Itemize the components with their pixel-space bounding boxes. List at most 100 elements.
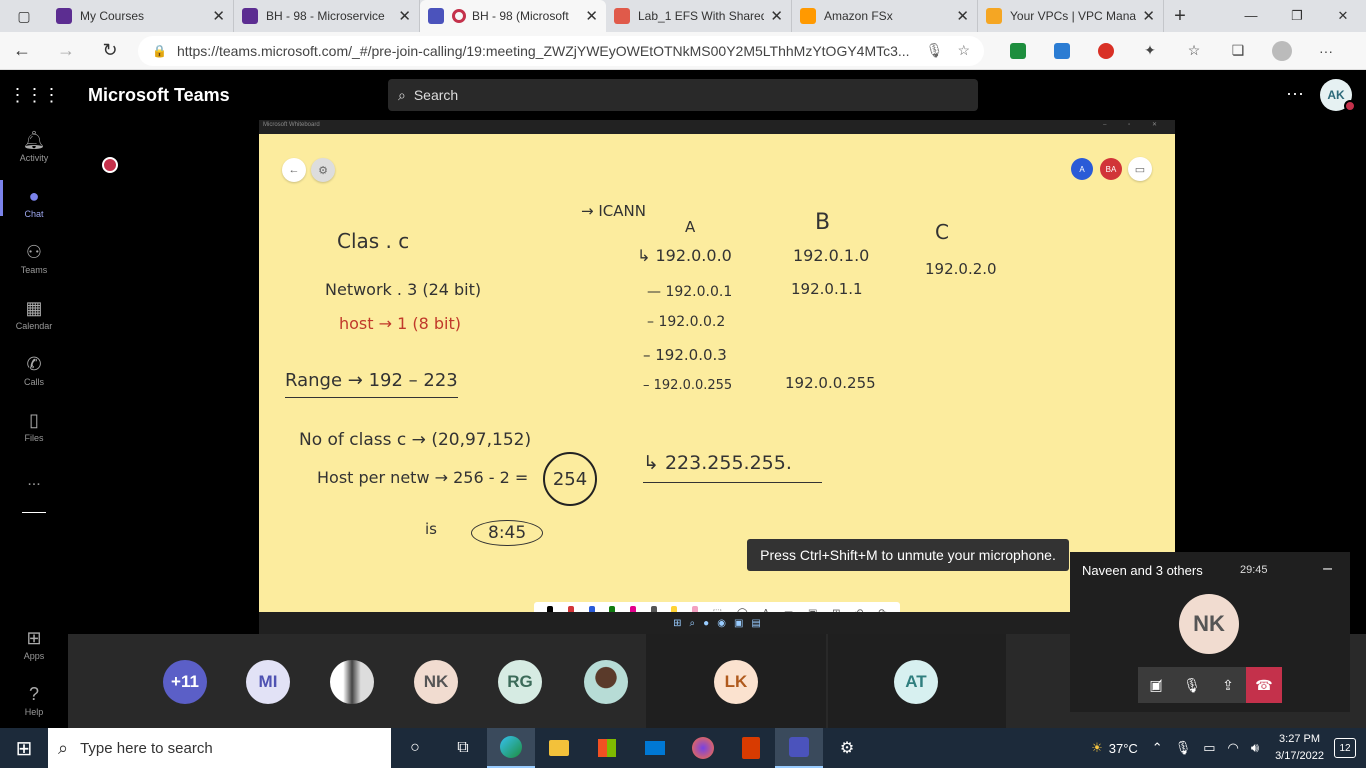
collections-icon[interactable]: ❏ <box>1216 42 1260 59</box>
search-input[interactable]: ⌕ Search <box>388 79 978 111</box>
notifications-icon[interactable]: 12 <box>1334 738 1356 758</box>
shared-app-icon: ◉ <box>717 617 726 629</box>
system-tray: ☀ 37°C ⌃ 🎙︎ ▭ ◠ 🔊︎ 3:27 PM 3/17/2022 12 <box>1085 731 1366 765</box>
weather-icon[interactable]: ☀ <box>1091 740 1103 756</box>
new-tab-icon[interactable]: + <box>1164 5 1196 28</box>
teams-taskbar-icon[interactable] <box>775 728 823 768</box>
minimize-call-icon[interactable]: – <box>1323 560 1332 578</box>
user-avatar[interactable]: AK <box>1320 79 1356 112</box>
extension-icon[interactable] <box>996 42 1040 59</box>
ink-range: Range → 192 – 223 <box>285 370 458 398</box>
clock[interactable]: 3:27 PM 3/17/2022 <box>1275 731 1324 765</box>
chevron-up-icon[interactable]: ⌃ <box>1152 740 1163 756</box>
store-icon[interactable] <box>583 728 631 768</box>
participant-avatar[interactable]: MI <box>246 660 290 704</box>
close-tab-icon[interactable]: ✕ <box>956 7 969 25</box>
cortana-icon[interactable]: ○ <box>391 728 439 768</box>
forward-icon[interactable]: → <box>44 40 88 61</box>
office-icon[interactable] <box>727 728 775 768</box>
whiteboard-canvas[interactable]: ← ⚙ A BA ▭ Clas . c Network . 3 (24 bit)… <box>259 134 1175 612</box>
rail-help[interactable]: ? Help <box>0 684 68 717</box>
url-field[interactable]: 🔒 https://teams.microsoft.com/_#/pre-joi… <box>138 35 984 66</box>
app-title: Microsoft Teams <box>88 85 230 105</box>
mini-call-window[interactable]: Naveen and 3 others 29:45 – NK ▣̸ 🎙︎ ⇪ ☎ <box>1070 552 1350 712</box>
extensions-puzzle-icon[interactable]: ✦ <box>1128 42 1172 59</box>
temperature[interactable]: 37°C <box>1109 741 1138 756</box>
edge-icon[interactable] <box>487 728 535 768</box>
restore-icon[interactable]: ❐ <box>1274 8 1320 24</box>
whiteboard-settings-icon[interactable]: ⚙ <box>311 158 335 182</box>
address-bar-row: ← → ↻ 🔒 https://teams.microsoft.com/_#/p… <box>0 32 1366 70</box>
microphone-icon[interactable]: 🎙 <box>926 42 944 59</box>
minimize-icon[interactable]: — <box>1228 8 1274 24</box>
rail-chat[interactable]: ● Chat <box>0 186 68 219</box>
settings-gear-icon[interactable]: ⚙ <box>823 728 871 768</box>
favorite-star-icon[interactable]: ☆ <box>957 42 970 59</box>
clock-time: 3:27 PM <box>1279 733 1321 745</box>
camera-off-icon[interactable]: ▣̸ <box>1138 667 1174 703</box>
ink-network: Network . 3 (24 bit) <box>325 280 482 299</box>
participant-photo-avatar[interactable] <box>584 660 628 704</box>
rail-calls[interactable]: ✆ Calls <box>0 354 68 387</box>
refresh-icon[interactable]: ↻ <box>88 40 132 61</box>
rail-calendar[interactable]: ▦ Calendar <box>0 298 68 331</box>
back-icon[interactable]: ← <box>0 40 44 61</box>
browser-tab-strip: ▢ My Courses ✕ BH - 98 - Microservice ✕ … <box>0 0 1366 32</box>
close-tab-icon[interactable]: ✕ <box>212 7 225 25</box>
battery-icon[interactable]: ▭ <box>1203 740 1215 756</box>
volume-icon[interactable]: 🔊︎ <box>1251 740 1259 756</box>
extension-icon[interactable] <box>1084 42 1128 59</box>
firefox-icon[interactable] <box>679 728 727 768</box>
mail-icon[interactable] <box>631 728 679 768</box>
close-tab-icon[interactable]: ✕ <box>585 7 598 25</box>
participant-avatar[interactable]: AT <box>894 660 938 704</box>
whiteboard-menu-icon[interactable]: ▭ <box>1128 157 1152 181</box>
settings-more-icon[interactable]: ··· <box>1304 43 1348 59</box>
more-options-icon[interactable]: ··· <box>1286 83 1304 104</box>
browser-tab[interactable]: My Courses ✕ <box>48 0 234 32</box>
hang-up-icon[interactable]: ☎ <box>1246 667 1282 703</box>
presenter-avatar: BA <box>1100 158 1122 180</box>
file-explorer-icon[interactable] <box>535 728 583 768</box>
favorites-icon[interactable]: ☆ <box>1172 42 1216 59</box>
taskbar-search-input[interactable]: ⌕ Type here to search <box>48 728 391 768</box>
wifi-icon[interactable]: ◠ <box>1228 740 1239 756</box>
close-tab-icon[interactable]: ✕ <box>770 7 783 25</box>
participant-avatar[interactable]: RG <box>498 660 542 704</box>
rail-more[interactable]: ... <box>0 472 68 490</box>
app-launcher-icon[interactable]: ⋮⋮⋮ <box>0 85 68 106</box>
browser-tab[interactable]: Your VPCs | VPC Mana ✕ <box>978 0 1164 32</box>
share-screen-icon[interactable]: ⇪ <box>1210 667 1246 703</box>
browser-tab[interactable]: Lab_1 EFS With Shared ✕ <box>606 0 792 32</box>
browser-tab[interactable]: Amazon FSx ✕ <box>792 0 978 32</box>
rail-files[interactable]: ▯ Files <box>0 410 68 443</box>
rail-activity[interactable]: 🔔︎ Activity <box>0 130 68 163</box>
whiteboard-back-icon[interactable]: ← <box>282 158 306 182</box>
tab-actions-icon[interactable]: ▢ <box>0 0 48 32</box>
participant-avatar[interactable]: LK <box>714 660 758 704</box>
whiteboard-window-titlebar: Microsoft Whiteboard – ▫ ✕ <box>259 120 1175 134</box>
clock-date: 3/17/2022 <box>1275 750 1324 762</box>
extension-icon[interactable] <box>1040 42 1084 59</box>
participant-photo-avatar[interactable] <box>330 660 374 704</box>
task-view-icon[interactable]: ⧉ <box>439 728 487 768</box>
close-tab-icon[interactable]: ✕ <box>398 7 411 25</box>
microphone-tray-icon[interactable]: 🎙︎ <box>1175 740 1192 756</box>
tab-favicon-icon <box>242 8 258 24</box>
window-controls: — ❐ ✕ <box>1228 8 1366 24</box>
profile-icon[interactable] <box>1260 40 1304 61</box>
close-tab-icon[interactable]: ✕ <box>1142 7 1155 25</box>
rail-apps[interactable]: ⊞ Apps <box>0 628 68 661</box>
windows-taskbar: ⊞ ⌕ Type here to search ○ ⧉ ⚙ ☀ 37°C ⌃ 🎙… <box>0 728 1366 768</box>
close-window-icon[interactable]: ✕ <box>1320 8 1366 24</box>
rail-teams[interactable]: ⚇ Teams <box>0 242 68 275</box>
participant-avatar[interactable]: NK <box>414 660 458 704</box>
browser-tab[interactable]: BH - 98 - Microservice ✕ <box>234 0 420 32</box>
more-participants-button[interactable]: +11 <box>163 660 207 704</box>
windows-start-icon[interactable]: ⊞ <box>0 736 48 761</box>
mic-muted-icon[interactable]: 🎙︎ <box>1174 667 1210 703</box>
ink-a-row: – 192.0.0.3 <box>643 346 727 364</box>
rail-label: Calls <box>23 377 44 387</box>
browser-tab-active[interactable]: BH - 98 (Microsoft ✕ <box>420 0 606 32</box>
search-placeholder: Search <box>413 87 459 103</box>
